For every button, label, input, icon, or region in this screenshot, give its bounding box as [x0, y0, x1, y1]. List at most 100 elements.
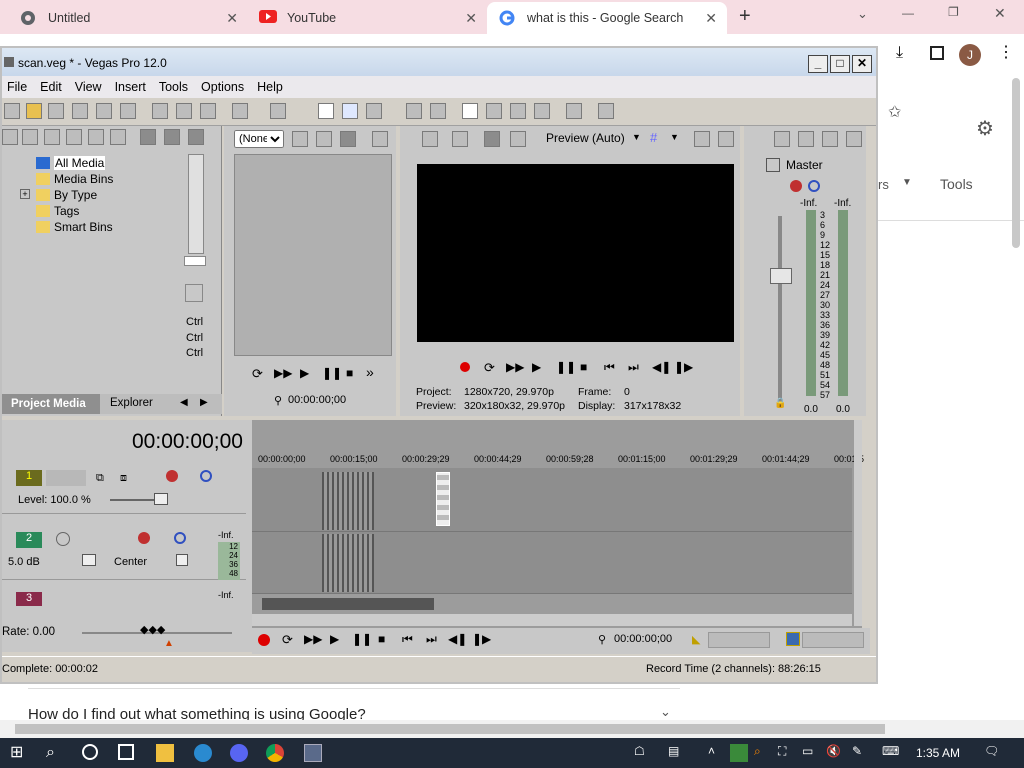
downmix-icon[interactable] [774, 131, 790, 147]
help-pointer-icon[interactable] [598, 103, 614, 119]
chevron-down-icon[interactable]: ⌄ [857, 6, 868, 22]
timeline-overview[interactable] [262, 598, 434, 610]
preview-quality-select[interactable]: Preview (Auto) [546, 131, 625, 145]
volume-slider-thumb[interactable] [82, 554, 96, 566]
stop-icon[interactable]: ■ [580, 360, 587, 374]
track-name-field[interactable] [46, 470, 86, 486]
tree-item[interactable]: All Media [36, 156, 106, 170]
chevron-down-icon[interactable]: ▼ [632, 132, 641, 142]
delete-icon[interactable] [140, 129, 156, 145]
more-menu-icon[interactable]: ⋮ [998, 42, 1014, 62]
track-1[interactable]: 1 ⧉ ⧈ Level: 100.0 % [2, 466, 246, 514]
tree-item[interactable]: Tags [36, 204, 79, 218]
filter-partial-label[interactable]: rs [878, 177, 889, 192]
search-icon[interactable]: ⌕ [46, 744, 64, 762]
pause-icon[interactable]: ❚❚ [556, 360, 576, 374]
keyboard-icon[interactable]: ⌨ [882, 744, 900, 762]
tree-item[interactable]: By Type [36, 188, 97, 202]
pan-slider-thumb[interactable] [176, 554, 188, 566]
new-tab-button[interactable]: + [739, 5, 751, 28]
pin-icon[interactable]: ✩ [888, 102, 901, 122]
menu-tools[interactable]: Tools [159, 80, 188, 94]
zoom-icon[interactable] [534, 103, 550, 119]
open-icon[interactable] [26, 103, 42, 119]
level-slider-thumb[interactable] [154, 493, 168, 505]
network-icon[interactable]: ⛶ [778, 744, 796, 762]
magic-icon[interactable] [566, 103, 582, 119]
copy-icon[interactable] [176, 103, 192, 119]
auto-ripple-icon[interactable] [406, 103, 422, 119]
ignore-grouping-icon[interactable] [510, 103, 526, 119]
timeline[interactable]: 00:00:00;00 00:00:15;00 00:00:29;29 00:00:4… [252, 420, 864, 652]
stop-icon[interactable]: ■ [378, 632, 385, 646]
video-event[interactable] [322, 472, 374, 530]
avatar[interactable]: J [959, 44, 981, 66]
vegas-icon[interactable] [304, 744, 322, 762]
close-tab-icon[interactable]: ✕ [465, 10, 477, 27]
tab-scroll-right[interactable]: ▶ [200, 397, 208, 408]
compositing-icon[interactable]: ⧉ [96, 472, 104, 485]
track-2[interactable]: 2 5.0 dB Center -Inf. 12 24 36 48 [2, 528, 246, 580]
fx-icon[interactable] [484, 131, 500, 147]
trimmer-select[interactable]: (None [234, 130, 284, 148]
cortana-icon[interactable] [82, 744, 98, 760]
render-icon[interactable] [96, 103, 112, 119]
window-icon[interactable] [372, 131, 388, 147]
tray-app-icon[interactable] [730, 744, 748, 762]
save-as-icon[interactable] [72, 103, 88, 119]
pause-icon[interactable]: ❚❚ [322, 366, 342, 380]
minimize-button[interactable]: _ [808, 55, 828, 73]
scrollbar[interactable] [1012, 78, 1020, 248]
level-slider[interactable] [110, 499, 160, 501]
next-frame-icon[interactable]: ❚▶ [674, 360, 693, 374]
scrollbar-thumb[interactable] [15, 724, 885, 734]
previous-frame-icon[interactable]: ◀❚ [652, 360, 671, 374]
dim-icon[interactable] [798, 131, 814, 147]
clock[interactable]: 1:35 AM [916, 746, 960, 760]
timeline-ruler[interactable]: 00:00:00;00 00:00:15;00 00:00:29;29 00:00:4… [252, 454, 864, 468]
minimize-button[interactable]: — [902, 6, 914, 20]
side-panel-icon[interactable] [930, 46, 944, 60]
tab-scroll-left[interactable]: ◀ [180, 397, 188, 408]
start-icon[interactable]: ⊞ [10, 744, 28, 762]
overlays-icon[interactable]: # [650, 130, 657, 145]
pen-icon[interactable]: ✎ [852, 744, 870, 762]
close-tab-icon[interactable]: ✕ [705, 10, 717, 27]
trimmer-view[interactable] [234, 154, 392, 356]
battery-icon[interactable]: ▭ [802, 744, 820, 762]
copy-snapshot-icon[interactable] [694, 131, 710, 147]
people-icon[interactable]: ☖ [634, 744, 652, 762]
chevron-down-icon[interactable]: ▼ [670, 132, 679, 142]
track-3[interactable]: 3 -Inf. [2, 588, 246, 608]
script-icon[interactable] [185, 284, 203, 302]
timeline-vertical-scrollbar[interactable] [854, 420, 862, 626]
maximize-button[interactable]: □ [830, 55, 850, 73]
download-icon[interactable]: ⤓ [896, 44, 903, 62]
tab-youtube[interactable]: YouTube ✕ [247, 2, 487, 34]
task-view-icon[interactable] [118, 744, 134, 760]
fx-icon[interactable] [138, 532, 150, 544]
tree-item[interactable]: Media Bins [36, 172, 113, 186]
gear-icon[interactable]: ⚙ [976, 116, 994, 141]
filter-dropdown-icon[interactable]: ▼ [902, 177, 912, 188]
stop-icon[interactable]: ■ [346, 366, 353, 380]
delete-icon[interactable] [340, 131, 356, 147]
mute-icon[interactable] [822, 131, 838, 147]
split-screen-icon[interactable] [510, 131, 526, 147]
tab-google-search[interactable]: what is this - Google Search ✕ [487, 2, 727, 34]
motion-icon[interactable]: ⧈ [120, 472, 127, 485]
menu-view[interactable]: View [75, 80, 102, 94]
go-to-end-icon[interactable]: ⏭ [426, 632, 437, 647]
expand-icon[interactable]: + [20, 189, 30, 199]
get-media-icon[interactable] [44, 129, 60, 145]
more-icon[interactable]: » [366, 364, 374, 380]
go-to-end-icon[interactable]: ⏭ [628, 360, 639, 375]
lock-envelopes-icon[interactable] [430, 103, 446, 119]
record-icon[interactable] [460, 362, 470, 372]
fx-icon[interactable] [166, 470, 178, 482]
make-subclip-icon[interactable] [316, 131, 332, 147]
menu-edit[interactable]: Edit [40, 80, 62, 94]
splitter[interactable] [184, 256, 206, 266]
fx-icon[interactable] [790, 180, 802, 192]
search-tray-icon[interactable]: ⌕ [754, 744, 772, 762]
